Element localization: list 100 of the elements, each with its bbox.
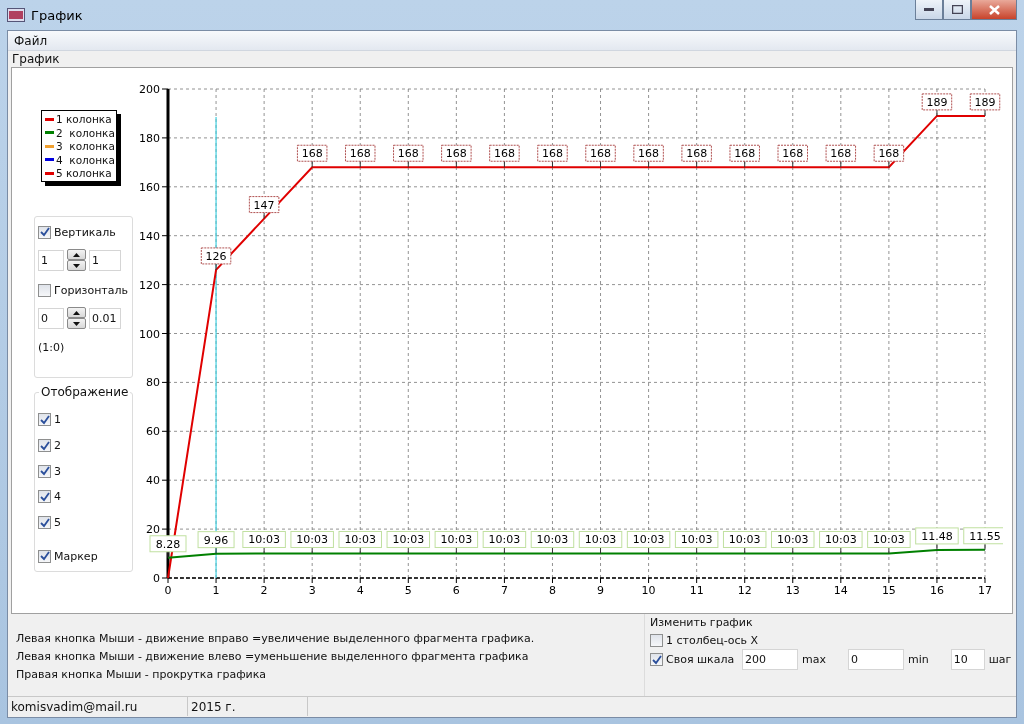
- data-label: 168: [296, 144, 328, 168]
- menu-item[interactable]: Файл: [8, 33, 54, 48]
- legend-label: 5 колонка: [56, 167, 112, 179]
- data-label: 168: [585, 144, 616, 168]
- data-label: 10:03: [242, 531, 286, 554]
- y-tick-label: 80: [146, 376, 160, 390]
- data-label: 147: [248, 196, 280, 220]
- checkbox-label: 4: [54, 490, 61, 504]
- checkbox[interactable]: [650, 633, 663, 647]
- value-field[interactable]: 1: [38, 249, 64, 271]
- y-tick-label: 0: [153, 572, 160, 585]
- spin-up-button[interactable]: [67, 249, 86, 260]
- checkbox[interactable]: [650, 653, 663, 666]
- ratio-text: (1:0): [38, 341, 66, 354]
- scale-field[interactable]: 0: [847, 649, 904, 670]
- data-label: 10:03: [626, 531, 671, 554]
- data-label: 189: [969, 93, 1001, 117]
- checkbox[interactable]: [38, 283, 51, 297]
- data-label: 168: [441, 144, 472, 168]
- data-label: 10:03: [578, 531, 623, 554]
- legend-label: 2 колонка: [56, 126, 115, 139]
- data-label: 10:03: [338, 531, 382, 554]
- spin-down-button[interactable]: [67, 318, 86, 329]
- up-arrow-icon: [73, 252, 80, 257]
- field-label: шаг: [988, 653, 1012, 666]
- down-arrow-icon: [73, 321, 80, 326]
- data-label: 168: [873, 144, 905, 168]
- close-button[interactable]: [971, 0, 1017, 20]
- x-tick-label: 1: [212, 584, 220, 597]
- data-label: 10:03: [290, 531, 334, 554]
- x-tick-label: 14: [833, 584, 848, 597]
- field-label: max: [802, 653, 826, 666]
- checkbox-label: 1: [54, 413, 61, 427]
- checkbox-label: Маркер: [54, 549, 98, 563]
- window-title: График: [31, 7, 83, 23]
- checkbox[interactable]: [38, 549, 51, 563]
- group-title: Изменить график: [650, 616, 754, 629]
- checkbox[interactable]: [38, 464, 51, 478]
- data-label: 9.96: [197, 531, 235, 555]
- data-label: 168: [489, 144, 520, 168]
- minimize-icon: [924, 7, 934, 12]
- data-label: 11.48: [915, 527, 959, 551]
- step-field[interactable]: 0.01: [89, 307, 121, 329]
- y-tick-label: 20: [146, 523, 160, 537]
- x-tick-label: 16: [929, 584, 944, 597]
- data-label: 168: [825, 144, 857, 168]
- group-title: Отображение: [39, 385, 131, 399]
- checkbox[interactable]: [38, 439, 51, 452]
- y-tick-label: 120: [139, 278, 160, 292]
- checkbox[interactable]: [38, 490, 51, 504]
- y-tick-label: 180: [139, 131, 160, 145]
- down-arrow-icon: [73, 263, 80, 268]
- status-text: 2015 г.: [188, 697, 308, 716]
- hint-text: Левая кнопка Мыши - движение влево =уменьшение выделенного фрагмента графика: [16, 650, 530, 665]
- checkbox[interactable]: [38, 413, 51, 427]
- x-tick-label: 7: [500, 584, 508, 597]
- x-tick-label: 8: [548, 584, 556, 597]
- data-label: 126: [200, 247, 232, 271]
- field-label: min: [907, 653, 929, 666]
- x-tick-label: 4: [356, 584, 364, 597]
- data-label: 189: [921, 93, 953, 117]
- tab[interactable]: График: [8, 51, 64, 67]
- x-tick-label: 3: [308, 584, 316, 597]
- y-tick-label: 140: [139, 229, 160, 243]
- minimize-button[interactable]: [915, 0, 943, 20]
- data-label: 10:03: [386, 531, 431, 554]
- x-tick-label: 11: [689, 584, 704, 597]
- maximize-icon: [951, 5, 963, 14]
- maximize-button[interactable]: [943, 0, 971, 20]
- y-tick-label: 60: [146, 425, 160, 439]
- value-field[interactable]: 0: [38, 307, 64, 329]
- checkbox-label: 2: [54, 439, 61, 452]
- data-label: 11.55: [963, 527, 1003, 551]
- data-label: 168: [633, 144, 664, 168]
- checkbox[interactable]: [38, 516, 51, 529]
- data-label: 10:03: [674, 531, 719, 554]
- data-label: 10:03: [434, 531, 479, 554]
- spin-up-button[interactable]: [67, 307, 86, 318]
- legend-label: 1 колонка: [56, 113, 112, 125]
- hint-text: Правая кнопка Мыши - прокрутка графика: [16, 668, 268, 683]
- data-label: 10:03: [771, 531, 815, 554]
- close-icon: [988, 4, 1000, 15]
- hint-text: Левая кнопка Мыши - движение вправо =увеличение выделенного фрагмента графика.: [16, 632, 536, 647]
- y-tick-label: 200: [139, 83, 160, 96]
- step-field[interactable]: 1: [89, 249, 121, 271]
- data-label: 10:03: [530, 531, 575, 554]
- legend-label: 4 колонка: [56, 153, 115, 166]
- y-tick-label: 160: [139, 180, 160, 194]
- scale-field[interactable]: 200: [742, 649, 798, 670]
- spin-down-button[interactable]: [67, 260, 86, 271]
- checkbox[interactable]: [38, 225, 51, 239]
- y-tick-label: 40: [146, 474, 160, 488]
- checkbox-label: 1 столбец-ось X: [666, 633, 758, 647]
- x-tick-label: 9: [597, 584, 605, 597]
- scale-field[interactable]: 10: [950, 649, 985, 670]
- checkbox-label: 5: [54, 516, 61, 529]
- checkbox-label: 3: [54, 464, 61, 478]
- data-label: 10:03: [722, 531, 767, 554]
- x-tick-label: 12: [737, 584, 752, 597]
- x-tick-label: 5: [404, 584, 412, 597]
